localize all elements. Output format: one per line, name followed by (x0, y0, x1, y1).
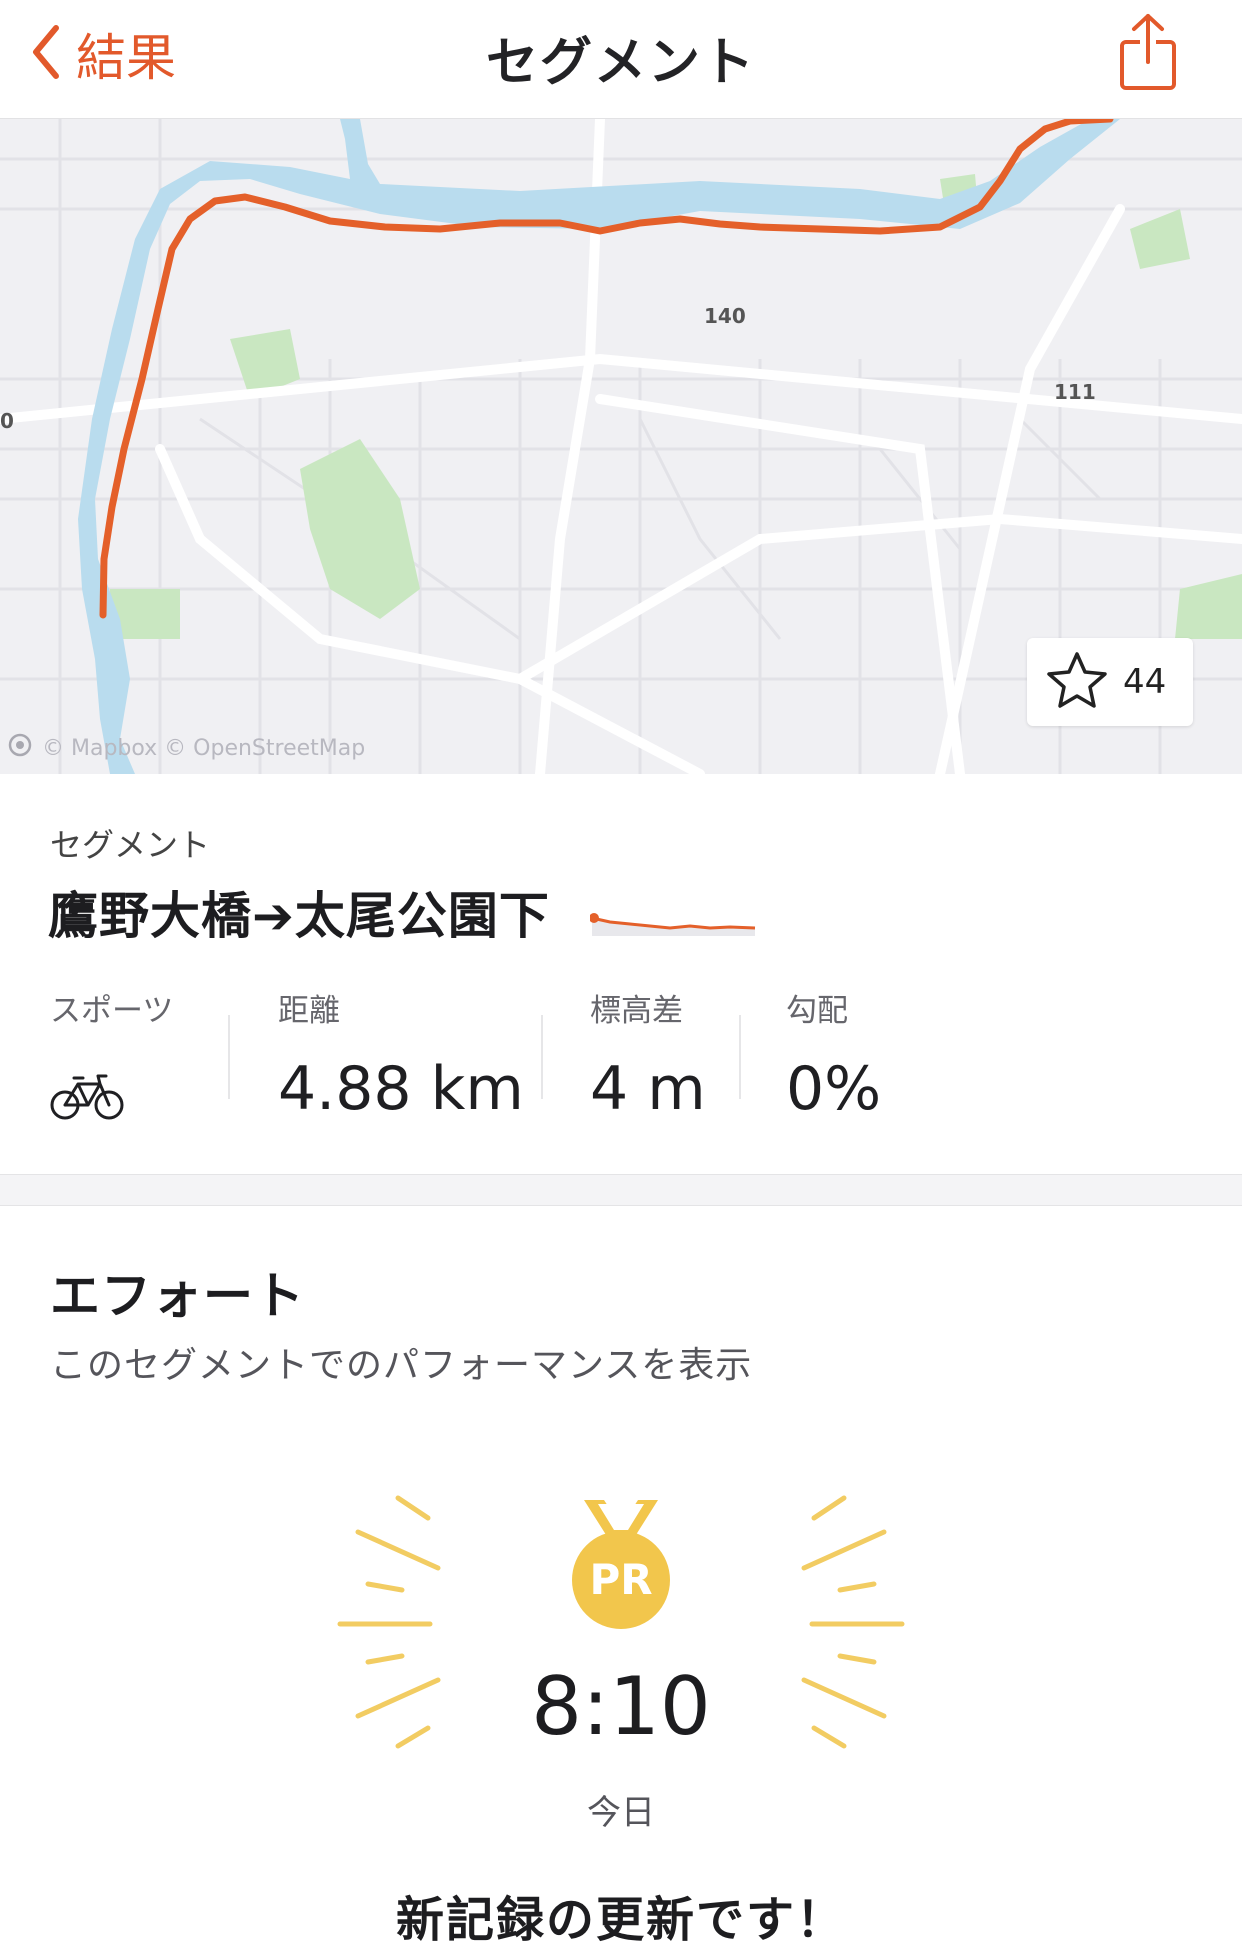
stat-elevation-label: 標高差 (590, 993, 683, 1029)
road-label-111: 111 (1054, 380, 1096, 404)
stat-grade: 勾配 0% (786, 985, 881, 1124)
top-navigation-bar: 結果 セグメント (0, 0, 1242, 119)
stat-sport-label: スポーツ (50, 993, 174, 1029)
mapbox-logo-icon (8, 733, 32, 763)
map-attribution[interactable]: © Mapbox © OpenStreetMap (8, 733, 365, 763)
star-icon (1045, 650, 1109, 714)
stat-distance-value: 4.88 km (278, 1054, 524, 1124)
attribution-text: © Mapbox © OpenStreetMap (42, 735, 366, 761)
stat-grade-label: 勾配 (786, 993, 848, 1029)
pr-message: 新記録の更新です！ (395, 1892, 846, 1948)
page-title: セグメント (485, 33, 756, 93)
stat-divider (541, 1015, 543, 1099)
stat-sport: スポーツ (50, 985, 173, 1126)
pr-time: 8:10 (531, 1660, 711, 1753)
stat-distance: 距離 4.88 km (278, 985, 524, 1124)
road-label-140: 140 (704, 304, 746, 328)
road-label-0: 0 (0, 409, 14, 433)
pr-badge-label: PR (589, 1555, 652, 1604)
stat-grade-value: 0% (786, 1054, 882, 1124)
pr-date: 今日 (587, 1793, 655, 1833)
elevation-profile-thumbnail (590, 913, 756, 936)
star-count: 44 (1123, 662, 1167, 702)
pr-medal-icon: PR (568, 1494, 674, 1634)
star-segment-button[interactable]: 44 (1027, 638, 1193, 726)
share-icon (1120, 14, 1176, 90)
stat-divider (739, 1015, 741, 1099)
segment-map[interactable]: 140 111 0 © Mapbox © OpenStreetMap 44 (0, 119, 1242, 774)
segment-stats: スポーツ 距離 4.88 km 標高差 4 m 勾配 0% (0, 985, 1242, 1125)
segment-kicker: セグメント (50, 826, 211, 864)
stat-distance-label: 距離 (278, 993, 340, 1029)
section-divider (0, 1174, 1242, 1206)
efforts-subtitle: このセグメントでのパフォーマンスを表示 (50, 1345, 753, 1386)
stat-elevation-value: 4 m (590, 1054, 706, 1124)
efforts-title: エフォート (50, 1267, 305, 1325)
segment-name: 鷹野大橋➔太尾公園下 (48, 887, 550, 945)
stat-divider (228, 1015, 230, 1099)
bicycle-icon (50, 1070, 173, 1126)
share-button[interactable] (1112, 12, 1184, 92)
stat-elevation: 標高差 4 m (590, 985, 706, 1124)
